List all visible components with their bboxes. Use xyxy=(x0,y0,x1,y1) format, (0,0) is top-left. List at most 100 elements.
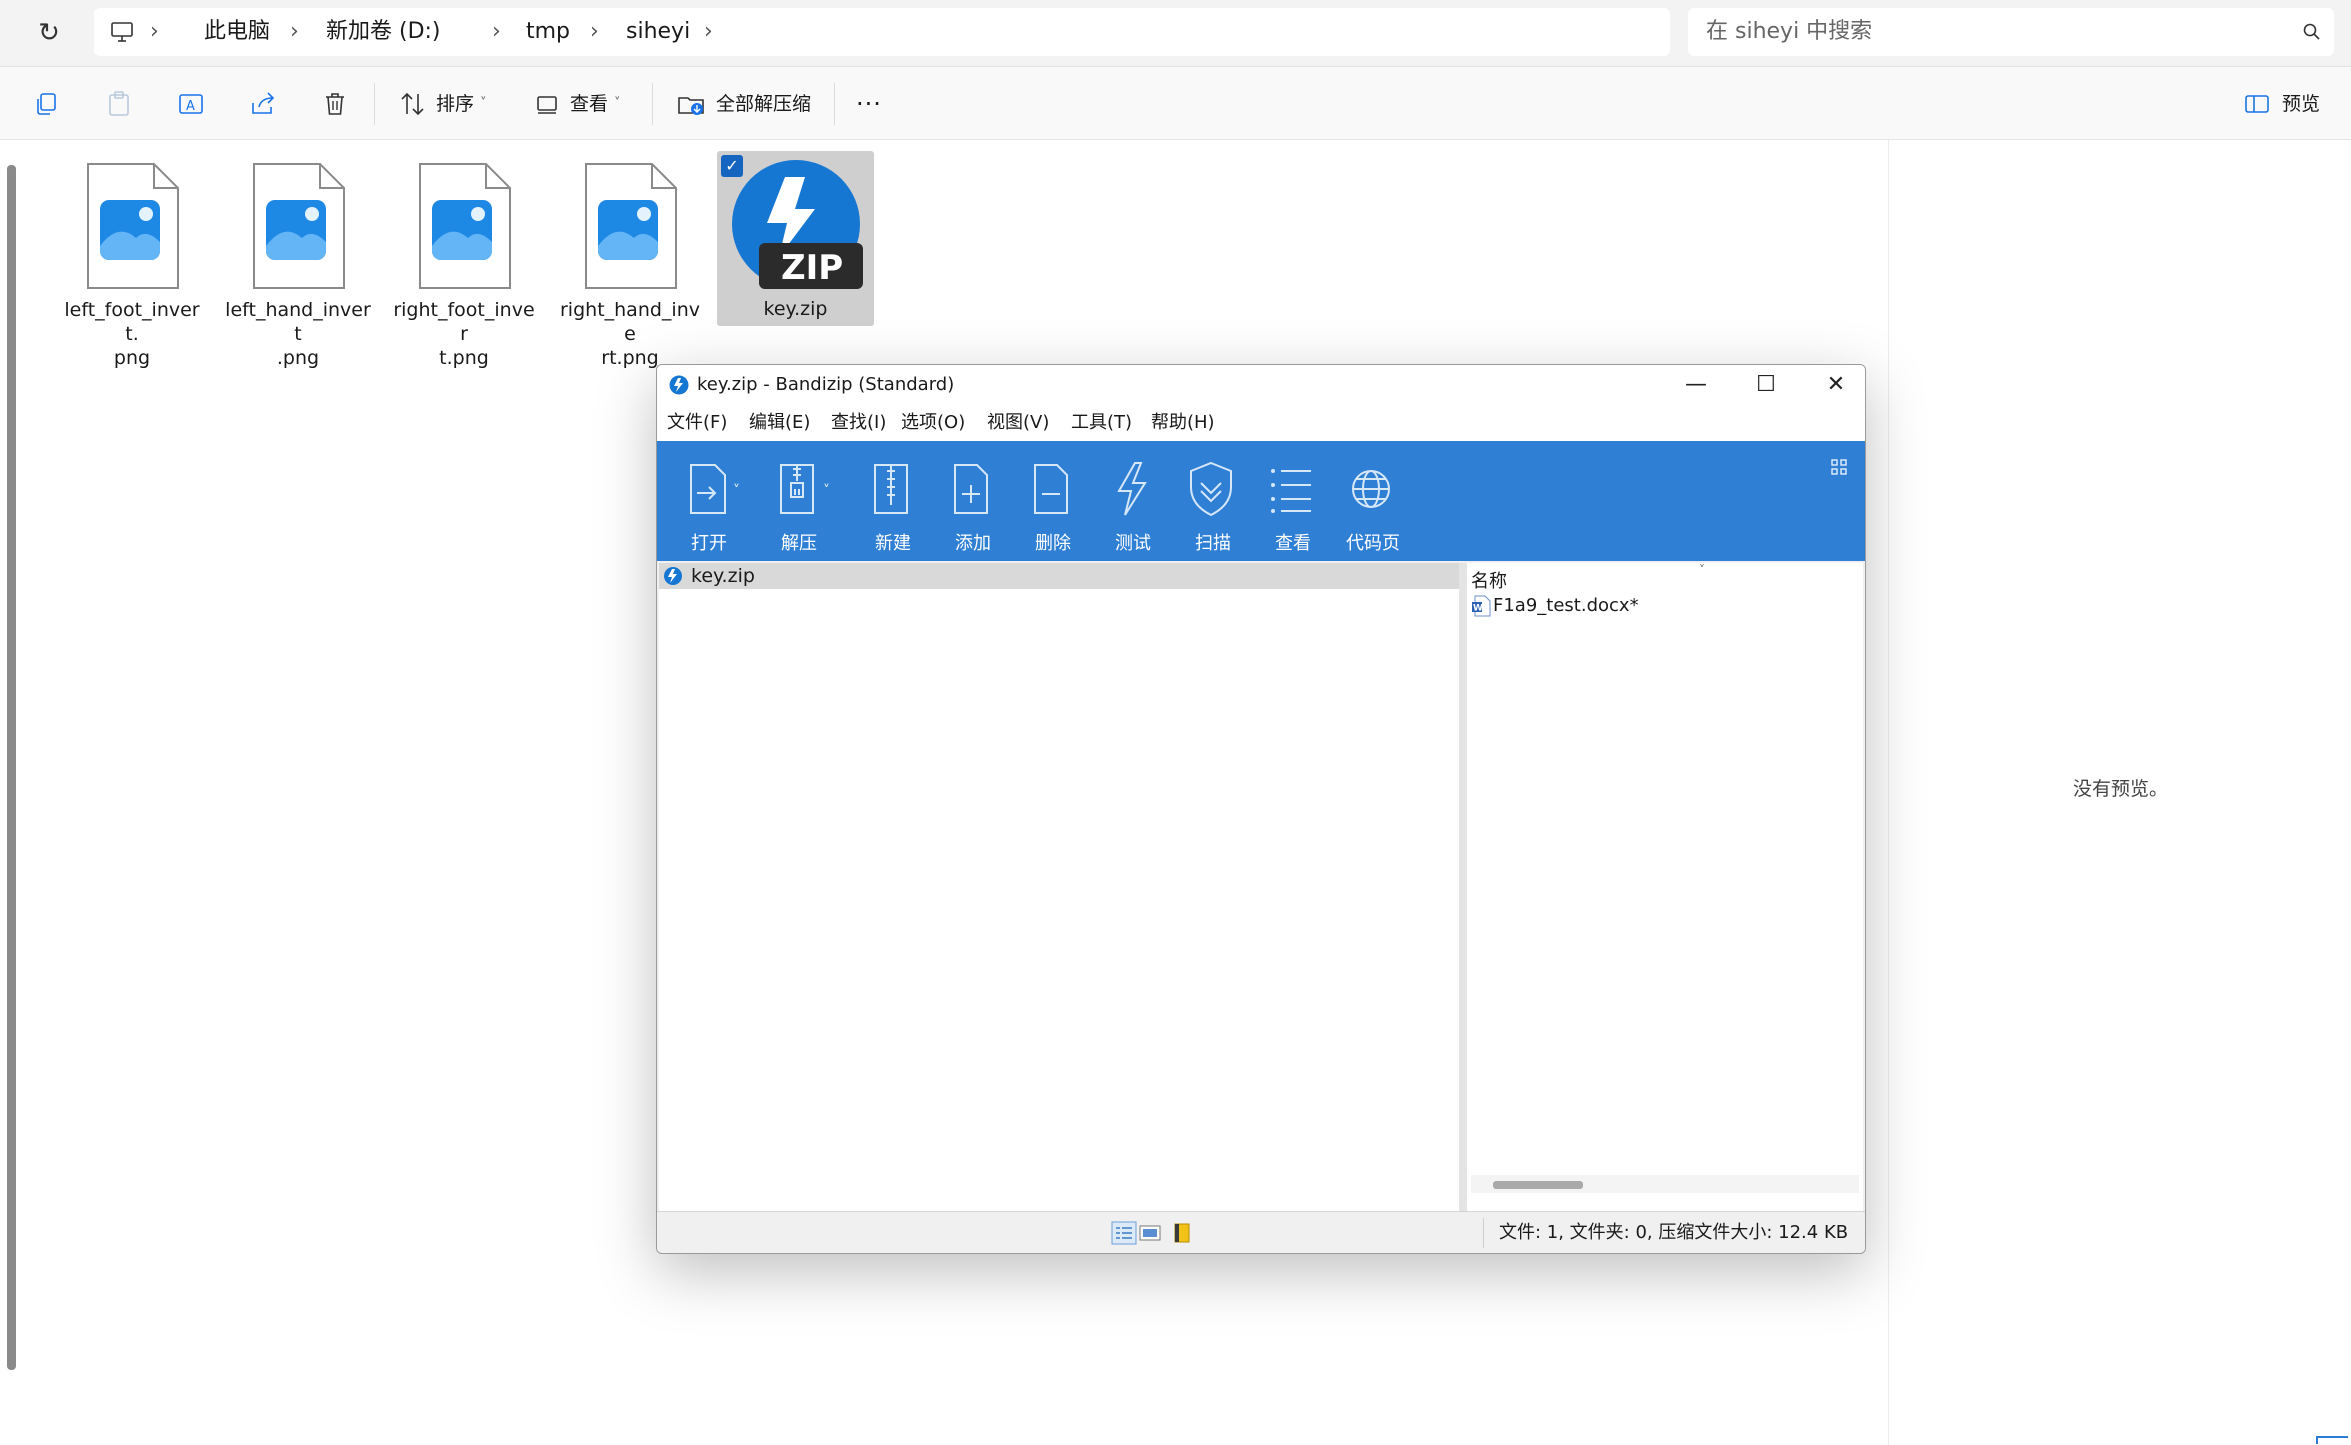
vertical-scrollbar[interactable] xyxy=(7,165,16,1370)
refresh-icon[interactable]: ↻ xyxy=(32,16,66,50)
add-file-icon xyxy=(954,464,988,514)
window-title: key.zip - Bandizip (Standard) xyxy=(697,374,955,395)
file-name: right_hand_inve rt.png xyxy=(556,298,704,370)
column-header-name[interactable]: 名称 ˅ xyxy=(1471,563,1705,593)
file-name-line: .png xyxy=(276,347,320,369)
menu-file[interactable]: 文件(F) xyxy=(667,405,727,441)
maximize-button[interactable]: ☐ xyxy=(1731,365,1801,405)
menu-edit[interactable]: 编辑(E) xyxy=(749,405,810,441)
resize-grip xyxy=(2316,1436,2348,1444)
image-file-icon xyxy=(87,163,179,289)
title-bar[interactable]: key.zip - Bandizip (Standard) — ☐ ✕ xyxy=(657,365,1865,405)
extract-all-button[interactable]: 全部解压缩 xyxy=(716,89,811,119)
menu-help[interactable]: 帮助(H) xyxy=(1151,405,1215,441)
preview-pane-icon[interactable] xyxy=(2242,89,2272,119)
view-button[interactable]: 查看 xyxy=(570,89,608,119)
layout-grid-icon[interactable] xyxy=(1831,459,1847,475)
chevron-right-icon[interactable]: › xyxy=(704,8,713,56)
chevron-right-icon[interactable]: › xyxy=(492,8,501,56)
word-document-icon: W xyxy=(1472,595,1491,617)
file-name-line: rt.png xyxy=(601,347,659,369)
status-text: 文件: 1, 文件夹: 0, 压缩文件大小: 12.4 KB xyxy=(1499,1222,1849,1243)
file-name-line: png xyxy=(113,347,151,369)
lightning-icon xyxy=(1117,462,1147,516)
toolbar: 打开 ˅ 解压 ˅ 新建 添加 删除 测试 扫描 查看 代码页 xyxy=(657,441,1865,561)
sort-icon[interactable] xyxy=(398,89,428,119)
archive-icon xyxy=(664,567,682,585)
svg-text:ZIP: ZIP xyxy=(781,248,843,288)
menu-tools[interactable]: 工具(T) xyxy=(1071,405,1132,441)
chevron-down-icon[interactable]: ˅ xyxy=(480,89,487,119)
preview-button[interactable]: 预览 xyxy=(2282,89,2320,119)
image-file-icon xyxy=(419,163,511,289)
horizontal-scrollbar[interactable] xyxy=(1471,1175,1859,1193)
details-view-icon[interactable] xyxy=(1111,1221,1137,1245)
file-name: key.zip xyxy=(763,298,828,320)
search-placeholder: 在 siheyi 中搜索 xyxy=(1706,19,1873,44)
chevron-down-icon[interactable]: ˅ xyxy=(614,89,621,119)
close-button[interactable]: ✕ xyxy=(1801,365,1865,405)
thumbnail-view-icon[interactable] xyxy=(1137,1221,1163,1245)
image-file-icon xyxy=(585,163,677,289)
chevron-right-icon[interactable]: › xyxy=(290,8,299,56)
file-name-line: right_hand_inve xyxy=(560,299,700,345)
file-item[interactable]: right_foot_inver t.png xyxy=(393,150,535,369)
file-item[interactable]: right_hand_inve rt.png xyxy=(560,150,700,369)
breadcrumb-item[interactable]: 此电脑 xyxy=(204,8,270,56)
menu-bar: 文件(F) 编辑(E) 查找(I) 选项(O) 视图(V) 工具(T) 帮助(H… xyxy=(657,405,1865,441)
sort-button[interactable]: 排序 xyxy=(436,89,474,119)
status-bar: 文件: 1, 文件夹: 0, 压缩文件大小: 12.4 KB xyxy=(657,1211,1865,1253)
address-toolbar: ↻ › 此电脑 › 新加卷 (D:) › tmp › siheyi › 在 si… xyxy=(0,0,2351,67)
scrollbar-thumb[interactable] xyxy=(1493,1181,1583,1189)
open-button[interactable]: 打开 xyxy=(659,441,759,561)
file-name-line: left_foot_invert. xyxy=(64,299,200,345)
delete-icon[interactable] xyxy=(320,89,350,119)
computer-icon[interactable] xyxy=(110,20,134,44)
zip-file-icon: ZIP xyxy=(732,160,863,289)
view-icon[interactable] xyxy=(532,89,562,119)
tree-item-root[interactable]: key.zip xyxy=(659,563,1459,589)
address-bar[interactable]: › 此电脑 › 新加卷 (D:) › tmp › siheyi › xyxy=(94,8,1670,56)
extract-all-icon[interactable] xyxy=(676,89,706,119)
breadcrumb-item[interactable]: 新加卷 (D:) xyxy=(326,8,441,56)
file-name-line: right_foot_inver xyxy=(393,299,535,345)
delete-file-icon xyxy=(1034,464,1068,514)
menu-view[interactable]: 视图(V) xyxy=(987,405,1049,441)
svg-text:A: A xyxy=(186,99,195,114)
breadcrumb-item[interactable]: tmp xyxy=(526,8,570,56)
toolbar-label: 打开 xyxy=(691,533,727,554)
pane-splitter[interactable] xyxy=(1459,563,1467,1211)
info-pane-icon[interactable] xyxy=(1169,1221,1195,1245)
chevron-down-icon[interactable]: ˅ xyxy=(733,483,740,499)
more-options-button[interactable]: ··· xyxy=(856,89,882,119)
preview-pane: 没有预览。 xyxy=(1888,140,2351,1445)
share-icon[interactable] xyxy=(248,89,278,119)
file-name-line: left_hand_invert xyxy=(225,299,371,345)
minimize-button[interactable]: — xyxy=(1661,365,1731,405)
file-item[interactable]: left_hand_invert .png xyxy=(225,150,371,369)
svg-text:W: W xyxy=(1473,604,1483,614)
chevron-right-icon[interactable]: › xyxy=(150,8,159,56)
menu-options[interactable]: 选项(O) xyxy=(901,405,965,441)
search-icon xyxy=(2303,23,2320,40)
file-list: 名称 ˅ W F1a9_test.docx* xyxy=(1467,563,1863,1211)
open-icon xyxy=(690,464,726,514)
copy-icon[interactable] xyxy=(32,89,62,119)
chevron-down-icon[interactable]: ˅ xyxy=(823,483,830,499)
no-preview-text: 没有预览。 xyxy=(2072,778,2168,800)
shield-icon xyxy=(1190,461,1232,517)
menu-find[interactable]: 查找(I) xyxy=(831,405,886,441)
search-input[interactable]: 在 siheyi 中搜索 xyxy=(1688,8,2334,56)
chevron-right-icon[interactable]: › xyxy=(590,8,599,56)
rename-icon[interactable]: A xyxy=(176,89,206,119)
command-bar: A 排序 ˅ 查看 ˅ 全部解压缩 ··· 预览 xyxy=(0,67,2351,140)
bandizip-window: key.zip - Bandizip (Standard) — ☐ ✕ 文件(F… xyxy=(656,364,1866,1254)
breadcrumb-item[interactable]: siheyi xyxy=(626,8,690,56)
file-name-line: t.png xyxy=(439,347,489,369)
paste-icon[interactable] xyxy=(104,89,134,119)
extract-button[interactable]: 解压 xyxy=(749,441,849,561)
file-item[interactable]: left_foot_invert. png xyxy=(62,150,202,369)
file-item-selected[interactable]: ✓ ZIP key.zip xyxy=(717,151,874,326)
codepage-button[interactable]: 代码页 xyxy=(1323,441,1423,561)
folder-tree: key.zip xyxy=(659,563,1459,1211)
